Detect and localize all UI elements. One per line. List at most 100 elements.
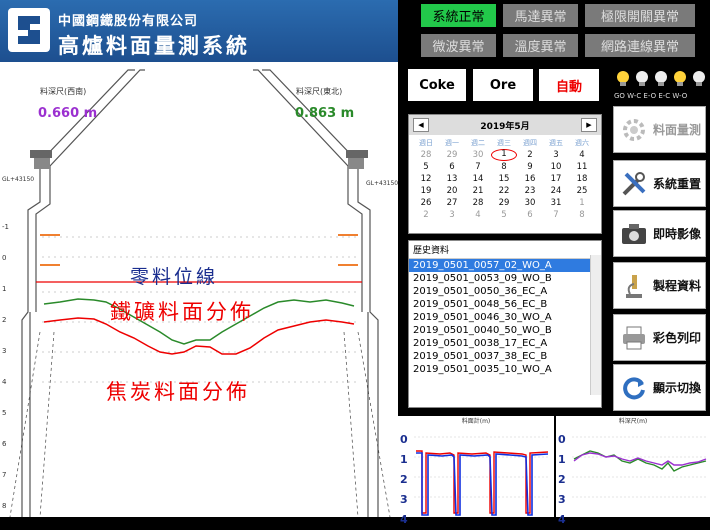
printer-icon [619, 323, 649, 353]
history-item[interactable]: 2019_0501_0057_02_WO_A [409, 259, 601, 272]
calendar-day[interactable]: 5 [413, 161, 439, 173]
y-tick: 0 [2, 254, 7, 262]
calendar-day[interactable]: 6 [517, 209, 543, 221]
company-logo-icon [8, 8, 50, 52]
calendar-day[interactable]: 24 [543, 185, 569, 197]
calendar-day[interactable]: 28 [413, 149, 439, 161]
radial-lines [9, 331, 391, 517]
calendar-day[interactable]: 6 [439, 161, 465, 173]
y-tick: -1 [2, 223, 9, 231]
calendar-day[interactable]: 1 [569, 197, 595, 209]
history-item[interactable]: 2019_0501_0037_38_EC_B [409, 350, 601, 363]
calendar-day[interactable]: 4 [569, 149, 595, 161]
side-button-label: 製程資料 [653, 279, 702, 293]
alarm-limit-switch: 極限開關異常 [585, 4, 695, 27]
calendar-day[interactable]: 8 [491, 161, 517, 173]
calendar-day[interactable]: 22 [491, 185, 517, 197]
calendar-day[interactable]: 5 [491, 209, 517, 221]
history-title: 歷史資料 [409, 241, 601, 259]
calendar-day[interactable]: 9 [517, 161, 543, 173]
bulb-icon [617, 71, 629, 86]
calendar-day[interactable]: 20 [439, 185, 465, 197]
company-name: 中國鋼鐵股份有限公司 [58, 14, 199, 29]
calendar-day[interactable]: 16 [517, 173, 543, 185]
y-tick: 7 [2, 471, 7, 479]
calendar-day[interactable]: 30 [517, 197, 543, 209]
gauge-series-blue [416, 452, 549, 516]
side-button-label: 彩色列印 [653, 331, 702, 345]
calendar-day[interactable]: 18 [569, 173, 595, 185]
calendar-day[interactable]: 28 [465, 197, 491, 209]
calendar-day[interactable]: 13 [439, 173, 465, 185]
calendar-day[interactable]: 1 [491, 149, 517, 161]
indicator-bulbs [614, 68, 708, 92]
coke-distribution-label: 焦炭料面分佈 [106, 380, 250, 404]
calendar-day[interactable]: 21 [465, 185, 491, 197]
coke-button[interactable]: Coke [408, 69, 466, 101]
calendar-header: ◀ 2019年5月 ▶ [409, 115, 601, 135]
history-item[interactable]: 2019_0501_0038_17_EC_A [409, 337, 601, 350]
side-button-3[interactable]: 製程資料 [613, 262, 706, 309]
calendar-day[interactable]: 30 [465, 149, 491, 161]
ore-distribution-label: 鐵礦料面分佈 [110, 300, 254, 324]
left-gl-label: GL+43150 [2, 176, 35, 183]
alarm-microwave: 微波異常 [421, 34, 496, 57]
calendar-day[interactable]: 31 [543, 197, 569, 209]
calendar-day[interactable]: 2 [517, 149, 543, 161]
calendar-day[interactable]: 14 [465, 173, 491, 185]
microscope-icon [619, 271, 649, 301]
history-item[interactable]: 2019_0501_0046_30_WO_A [409, 311, 601, 324]
side-button-label: 料面量測 [653, 123, 702, 137]
history-item[interactable]: 2019_0501_0035_10_WO_A [409, 363, 601, 376]
alarm-temperature: 溫度異常 [503, 34, 578, 57]
next-month-button[interactable]: ▶ [581, 118, 597, 132]
calendar-day[interactable]: 2 [413, 209, 439, 221]
side-button-2[interactable]: 即時影像 [613, 210, 706, 257]
history-item[interactable]: 2019_0501_0048_56_EC_B [409, 298, 601, 311]
calendar-week: 12 13 14 15 16 17 18 [413, 173, 599, 185]
y-tick: 3 [2, 347, 7, 355]
left-probe-label: 料深尺(西南) [40, 87, 87, 96]
calendar-day[interactable]: 3 [439, 209, 465, 221]
ore-button[interactable]: Ore [473, 69, 533, 101]
side-button-1[interactable]: 系統重置 [613, 160, 706, 207]
calendar-day[interactable]: 4 [465, 209, 491, 221]
bulb-icon [674, 71, 686, 86]
calendar-day[interactable]: 29 [439, 149, 465, 161]
history-item[interactable]: 2019_0501_0040_50_WO_B [409, 324, 601, 337]
history-items: 2019_0501_0057_02_WO_A 2019_0501_0053_09_… [409, 259, 601, 376]
history-item[interactable]: 2019_0501_0050_36_EC_A [409, 285, 601, 298]
left-sensor-icon [30, 150, 52, 169]
side-button-0[interactable]: 料面量測 [613, 106, 706, 153]
side-button-5[interactable]: 顯示切換 [613, 364, 706, 411]
calendar-day[interactable]: 7 [543, 209, 569, 221]
calendar-day[interactable]: 12 [413, 173, 439, 185]
calendar-day[interactable]: 17 [543, 173, 569, 185]
calendar-day[interactable]: 26 [413, 197, 439, 209]
calendar-day[interactable]: 8 [569, 209, 595, 221]
history-item[interactable]: 2019_0501_0053_09_WO_B [409, 272, 601, 285]
auto-button[interactable]: 自動 [539, 69, 599, 101]
furnace-profile-panel: 料深尺(西南) 0.660 m 料深尺(東北) 0.863 m GL+43150… [0, 62, 398, 517]
calendar-day[interactable]: 3 [543, 149, 569, 161]
depth-series-purple [573, 452, 707, 466]
weekday-label: 週三 [497, 139, 511, 147]
calendar-day[interactable]: 25 [569, 185, 595, 197]
gear-icon [619, 115, 649, 145]
weekday-label: 週二 [471, 139, 485, 147]
calendar-day[interactable]: 27 [439, 197, 465, 209]
calendar-day[interactable]: 10 [543, 161, 569, 173]
calendar-day[interactable]: 7 [465, 161, 491, 173]
history-scrollbar[interactable] [590, 255, 601, 395]
right-sensor-icon [346, 150, 368, 169]
alarm-motor: 馬達異常 [503, 4, 578, 27]
calendar-day[interactable]: 19 [413, 185, 439, 197]
side-button-4[interactable]: 彩色列印 [613, 314, 706, 361]
calendar-day[interactable]: 29 [491, 197, 517, 209]
calendar-day[interactable]: 11 [569, 161, 595, 173]
calendar-day[interactable]: 23 [517, 185, 543, 197]
prev-month-button[interactable]: ◀ [413, 118, 429, 132]
calendar-day[interactable]: 15 [491, 173, 517, 185]
y-tick: 6 [2, 440, 7, 448]
weekday-label: 週六 [575, 139, 589, 147]
